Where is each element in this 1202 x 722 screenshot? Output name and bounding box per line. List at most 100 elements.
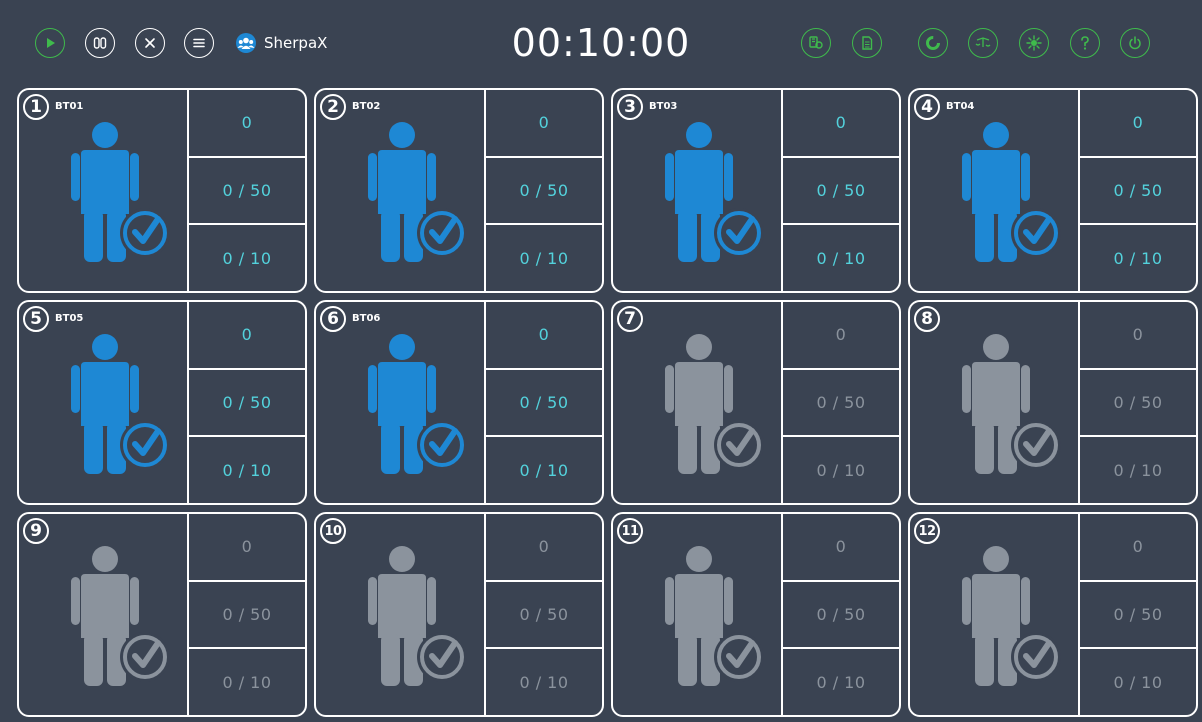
device-card[interactable]: 5 BT05 0 0 / 50 0 / 10 (17, 300, 307, 505)
device-panel: 7 (613, 302, 781, 503)
app-name: SherpaX (264, 34, 328, 52)
device-number-badge: 4 (914, 94, 940, 120)
device-grid: 1 BT01 0 0 / 50 0 / 10 2 BT02 0 0 / 50 0 / 10 3 BT0… (17, 88, 1198, 718)
stat-count: 0 (1132, 113, 1144, 133)
stat-progress-50: 0 / 50 (783, 155, 899, 224)
toolbar: SherpaX 00:10:00 (0, 0, 1202, 84)
device-panel: 12 (910, 514, 1078, 715)
stat-count: 0 (538, 113, 550, 133)
progress-icon[interactable] (918, 28, 948, 58)
power-icon[interactable] (1120, 28, 1150, 58)
device-card[interactable]: 10 0 0 / 50 0 / 10 (314, 512, 604, 717)
stat-progress-50: 0 / 50 (1080, 579, 1196, 648)
device-card[interactable]: 1 BT01 0 0 / 50 0 / 10 (17, 88, 307, 293)
stat-progress-50: 0 / 50 (1080, 155, 1196, 224)
stat-progress-50: 0 / 50 (486, 155, 602, 224)
play-icon[interactable] (35, 28, 65, 58)
person-check-icon (71, 122, 170, 262)
stat-count: 0 (538, 325, 550, 345)
stat-progress-10: 0 / 10 (783, 435, 899, 503)
device-panel: 8 (910, 302, 1078, 503)
device-panel: 2 BT02 (316, 90, 484, 291)
device-number-badge: 6 (320, 306, 346, 332)
device-card[interactable]: 7 0 0 / 50 0 / 10 (611, 300, 901, 505)
calibrate-icon[interactable] (968, 28, 998, 58)
device-card[interactable]: 2 BT02 0 0 / 50 0 / 10 (314, 88, 604, 293)
person-check-icon (665, 334, 764, 474)
device-number-badge: 3 (617, 94, 643, 120)
sensor-icon[interactable] (1019, 28, 1049, 58)
stat-progress-10: 0 / 10 (783, 223, 899, 291)
stop-icon[interactable] (135, 28, 165, 58)
device-id-label: BT03 (649, 101, 678, 112)
stat-progress-10: 0 / 10 (1080, 223, 1196, 291)
report-icon[interactable] (852, 28, 882, 58)
stat-progress-10: 0 / 10 (1080, 647, 1196, 715)
device-search-icon[interactable] (801, 28, 831, 58)
device-stats: 0 0 / 50 0 / 10 (1078, 90, 1196, 291)
person-check-icon (962, 122, 1061, 262)
person-check-icon (665, 546, 764, 686)
device-panel: 4 BT04 (910, 90, 1078, 291)
stat-progress-10: 0 / 10 (189, 647, 305, 715)
device-number-badge: 9 (23, 518, 49, 544)
stat-progress-50: 0 / 50 (486, 579, 602, 648)
stat-count: 0 (241, 325, 253, 345)
stat-progress-50: 0 / 50 (189, 155, 305, 224)
device-panel: 11 (613, 514, 781, 715)
stat-count: 0 (835, 537, 847, 557)
device-number-badge: 12 (914, 518, 940, 544)
device-panel: 3 BT03 (613, 90, 781, 291)
menu-icon[interactable] (184, 28, 214, 58)
stat-count: 0 (538, 537, 550, 557)
person-check-icon (665, 122, 764, 262)
device-number-badge: 7 (617, 306, 643, 332)
device-card[interactable]: 4 BT04 0 0 / 50 0 / 10 (908, 88, 1198, 293)
device-panel: 9 (19, 514, 187, 715)
device-number-badge: 1 (23, 94, 49, 120)
team-icon (236, 33, 256, 53)
session-timer: 00:10:00 (511, 21, 691, 65)
stat-progress-50: 0 / 50 (1080, 367, 1196, 436)
stat-progress-50: 0 / 50 (783, 367, 899, 436)
pause-icon[interactable] (85, 28, 115, 58)
device-stats: 0 0 / 50 0 / 10 (484, 90, 602, 291)
help-icon[interactable] (1070, 28, 1100, 58)
device-number-badge: 2 (320, 94, 346, 120)
device-card[interactable]: 8 0 0 / 50 0 / 10 (908, 300, 1198, 505)
stat-count: 0 (835, 325, 847, 345)
stat-progress-10: 0 / 10 (486, 435, 602, 503)
device-number-badge: 11 (617, 518, 643, 544)
device-stats: 0 0 / 50 0 / 10 (484, 514, 602, 715)
person-check-icon (368, 546, 467, 686)
person-check-icon (368, 122, 467, 262)
stat-count: 0 (835, 113, 847, 133)
device-number-badge: 5 (23, 306, 49, 332)
device-panel: 1 BT01 (19, 90, 187, 291)
device-card[interactable]: 6 BT06 0 0 / 50 0 / 10 (314, 300, 604, 505)
device-stats: 0 0 / 50 0 / 10 (484, 302, 602, 503)
device-panel: 10 (316, 514, 484, 715)
stat-count: 0 (241, 537, 253, 557)
person-check-icon (368, 334, 467, 474)
device-stats: 0 0 / 50 0 / 10 (1078, 514, 1196, 715)
stat-progress-50: 0 / 50 (783, 579, 899, 648)
stat-progress-10: 0 / 10 (189, 223, 305, 291)
device-id-label: BT05 (55, 313, 84, 324)
device-card[interactable]: 12 0 0 / 50 0 / 10 (908, 512, 1198, 717)
stat-progress-10: 0 / 10 (486, 223, 602, 291)
stat-count: 0 (1132, 325, 1144, 345)
device-id-label: BT06 (352, 313, 381, 324)
stat-count: 0 (1132, 537, 1144, 557)
stat-progress-50: 0 / 50 (189, 367, 305, 436)
person-check-icon (71, 546, 170, 686)
device-number-badge: 10 (320, 518, 346, 544)
device-stats: 0 0 / 50 0 / 10 (781, 514, 899, 715)
device-card[interactable]: 3 BT03 0 0 / 50 0 / 10 (611, 88, 901, 293)
device-card[interactable]: 11 0 0 / 50 0 / 10 (611, 512, 901, 717)
stat-progress-10: 0 / 10 (486, 647, 602, 715)
stat-progress-50: 0 / 50 (486, 367, 602, 436)
device-id-label: BT01 (55, 101, 84, 112)
device-card[interactable]: 9 0 0 / 50 0 / 10 (17, 512, 307, 717)
device-number-badge: 8 (914, 306, 940, 332)
